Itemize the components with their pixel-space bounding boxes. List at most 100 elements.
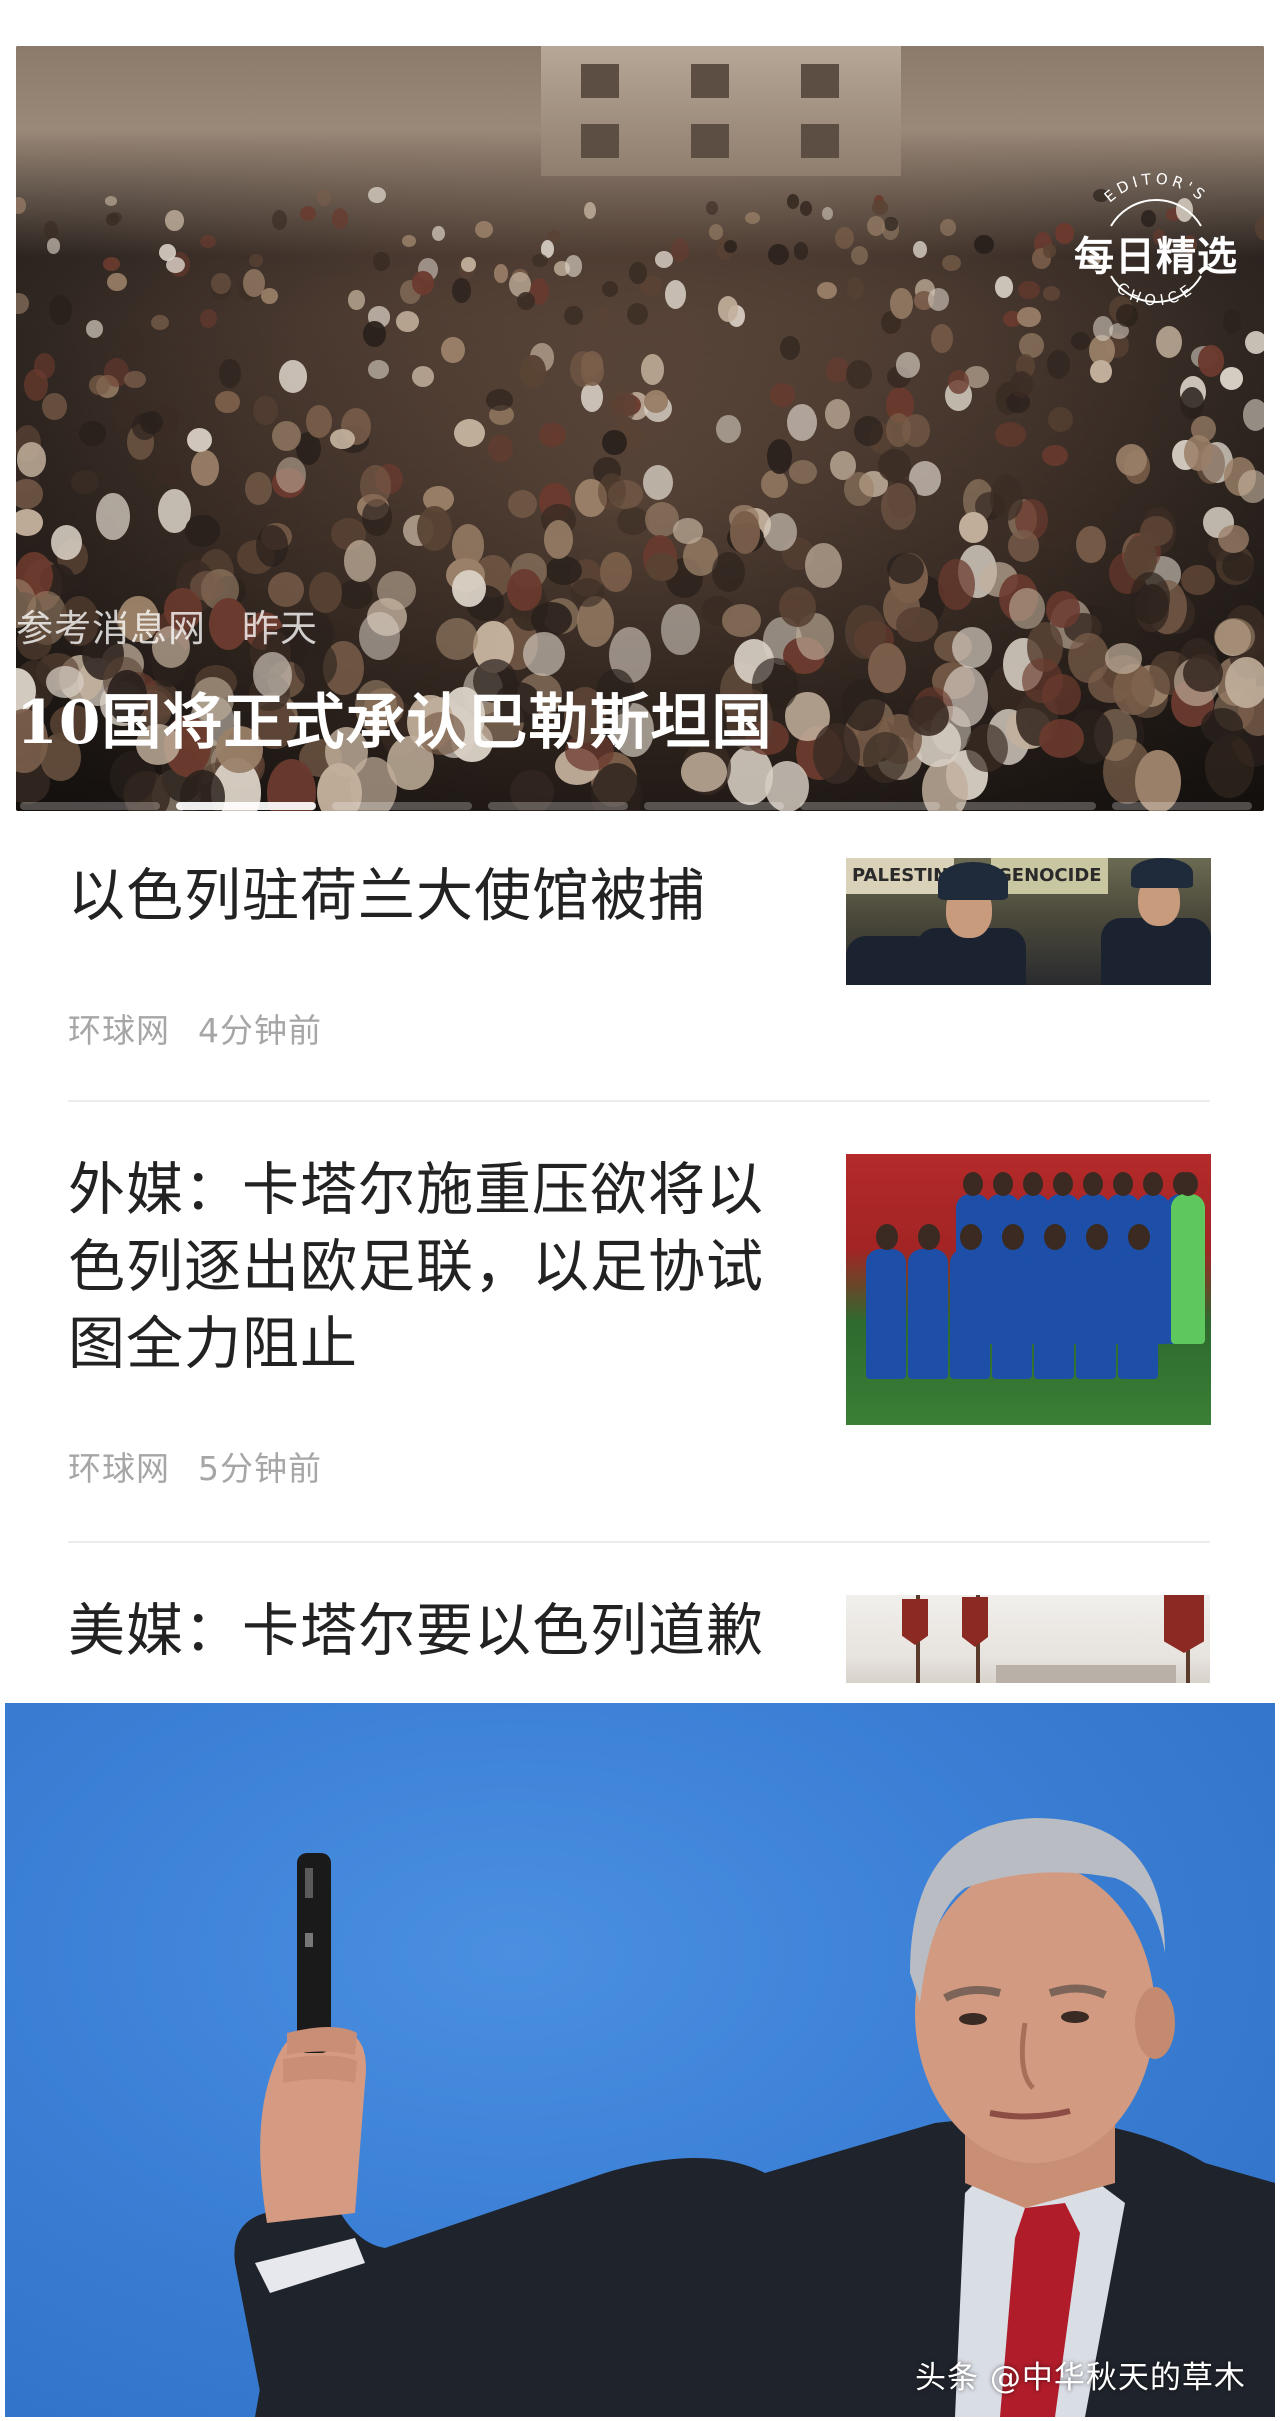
carousel-dot[interactable]	[1112, 802, 1252, 810]
crowd-figure	[48, 294, 72, 325]
carousel-dot[interactable]	[956, 802, 1096, 810]
player-head	[963, 1172, 983, 1196]
police-photo-thumbnail[interactable]: PALESTIN GENOCIDE	[846, 858, 1211, 985]
photo-illustration	[234, 1818, 1275, 2417]
player-figure	[866, 1249, 906, 1379]
crowd-figure	[825, 399, 851, 429]
crowd-figure	[872, 200, 888, 215]
building-window	[581, 124, 619, 158]
crowd-figure	[155, 462, 182, 485]
crowd-figure	[745, 212, 760, 225]
crowd-figure	[877, 448, 911, 483]
crowd-figure	[358, 611, 401, 660]
crowd-figure	[602, 429, 627, 456]
crowd-figure	[1042, 444, 1069, 466]
crowd-figure	[721, 604, 761, 638]
hero-headline[interactable]: 10国将正式承认巴勒斯坦国	[16, 674, 773, 761]
crowd-figure	[1068, 633, 1109, 683]
crowd-figure	[1043, 286, 1061, 301]
crowd-figure	[600, 551, 633, 593]
crowd-figure	[70, 470, 99, 494]
news-title[interactable]: 外媒：卡塔尔施重压欲将以色列逐出欧足联，以足协试图全力阻止	[68, 1152, 808, 1383]
crowd-figure	[664, 279, 687, 310]
crowd-figure	[516, 291, 536, 311]
crowd-figure	[1048, 406, 1074, 432]
crowd-figure	[255, 525, 289, 568]
carousel-dot[interactable]	[176, 802, 316, 810]
crowd-figure	[531, 602, 572, 636]
crowd-figure	[253, 396, 279, 426]
hero-carousel[interactable]: EDITOR'S CHOICE 每日精选 参考消息网 昨天 10国将正式承认巴勒斯…	[16, 46, 1264, 811]
crowd-figure	[243, 268, 266, 298]
crowd-figure	[890, 288, 913, 319]
crowd-figure	[884, 216, 898, 232]
police-cap	[1131, 858, 1193, 888]
crowd-figure	[96, 493, 130, 541]
watermark: 头条 @中华秋天的草木	[915, 2360, 1246, 2396]
news-title[interactable]: 以色列驻荷兰大使馆被捕	[68, 858, 808, 935]
carousel-dot[interactable]	[800, 802, 940, 810]
crowd-figure	[218, 358, 241, 388]
crowd-figure	[1007, 530, 1040, 562]
carousel-dot[interactable]	[332, 802, 472, 810]
crowd-figure	[1105, 643, 1143, 674]
crowd-figure	[800, 200, 813, 217]
news-item[interactable]: 外媒：卡塔尔施重压欲将以色列逐出欧足联，以足协试图全力阻止 环球网 5分钟前	[68, 1152, 1211, 1492]
crowd-figure	[485, 388, 514, 411]
flags-thumbnail[interactable]	[846, 1595, 1210, 1683]
crowd-figure	[724, 239, 738, 254]
crowd-figure	[779, 336, 800, 361]
crowd-figure	[761, 470, 788, 499]
player-head	[918, 1224, 940, 1250]
player-figure	[992, 1249, 1032, 1379]
crowd-figure	[886, 553, 924, 585]
crowd-figure	[1180, 564, 1215, 596]
crowd-figure	[185, 515, 220, 547]
football-team-thumbnail[interactable]	[846, 1154, 1211, 1425]
news-source: 环球网	[68, 1011, 170, 1050]
crowd-figure	[896, 606, 939, 643]
badge-ring-bottom: CHOICE	[1113, 279, 1194, 310]
building-window	[691, 64, 729, 98]
crowd-figure	[1179, 386, 1205, 420]
carousel-dot[interactable]	[644, 802, 784, 810]
building-window	[801, 64, 839, 98]
player-figure	[950, 1249, 990, 1379]
crowd-figure	[571, 578, 605, 607]
crowd-figure	[16, 509, 44, 537]
crowd-figure	[641, 353, 665, 385]
player-figure	[1118, 1249, 1158, 1379]
crowd-figure	[329, 428, 355, 450]
politician-raising-pen-photo: 头条 @中华秋天的草木	[5, 1703, 1275, 2417]
crowd-figure	[338, 578, 373, 610]
news-time: 4分钟前	[198, 1011, 322, 1050]
crowd-figure	[564, 254, 583, 278]
player-head	[1128, 1224, 1150, 1250]
editors-choice-badge: EDITOR'S CHOICE 每日精选	[1071, 164, 1241, 334]
news-title[interactable]: 美媒：卡塔尔要以色列道歉	[68, 1593, 808, 1670]
news-item[interactable]: 美媒：卡塔尔要以色列道歉	[68, 1593, 1210, 1683]
building-window	[801, 124, 839, 158]
carousel-indicators	[16, 802, 1264, 811]
crowd-figure	[729, 511, 761, 554]
crowd-figure	[661, 603, 700, 655]
crowd-figure	[120, 331, 144, 353]
crowd-figure	[51, 525, 82, 561]
crowd-figure	[139, 411, 164, 434]
crowd-figure	[78, 420, 106, 446]
news-item[interactable]: 以色列驻荷兰大使馆被捕 环球网 4分钟前 PALESTIN GENOCIDE	[68, 858, 1211, 1068]
crowd-figure	[1009, 371, 1033, 399]
carousel-dot[interactable]	[20, 802, 160, 810]
carousel-dot[interactable]	[488, 802, 628, 810]
crowd-figure	[716, 414, 742, 443]
player-figure	[908, 1249, 948, 1379]
svg-text:CHOICE: CHOICE	[1113, 279, 1199, 310]
crowd-figure	[16, 442, 47, 477]
player-head	[876, 1224, 898, 1250]
crowd-figure	[973, 234, 995, 255]
crowd-figure	[608, 386, 636, 424]
crowd-figure	[1046, 350, 1071, 379]
crowd-figure	[547, 229, 561, 242]
player-head	[1113, 1172, 1133, 1196]
player-head	[1143, 1172, 1163, 1196]
